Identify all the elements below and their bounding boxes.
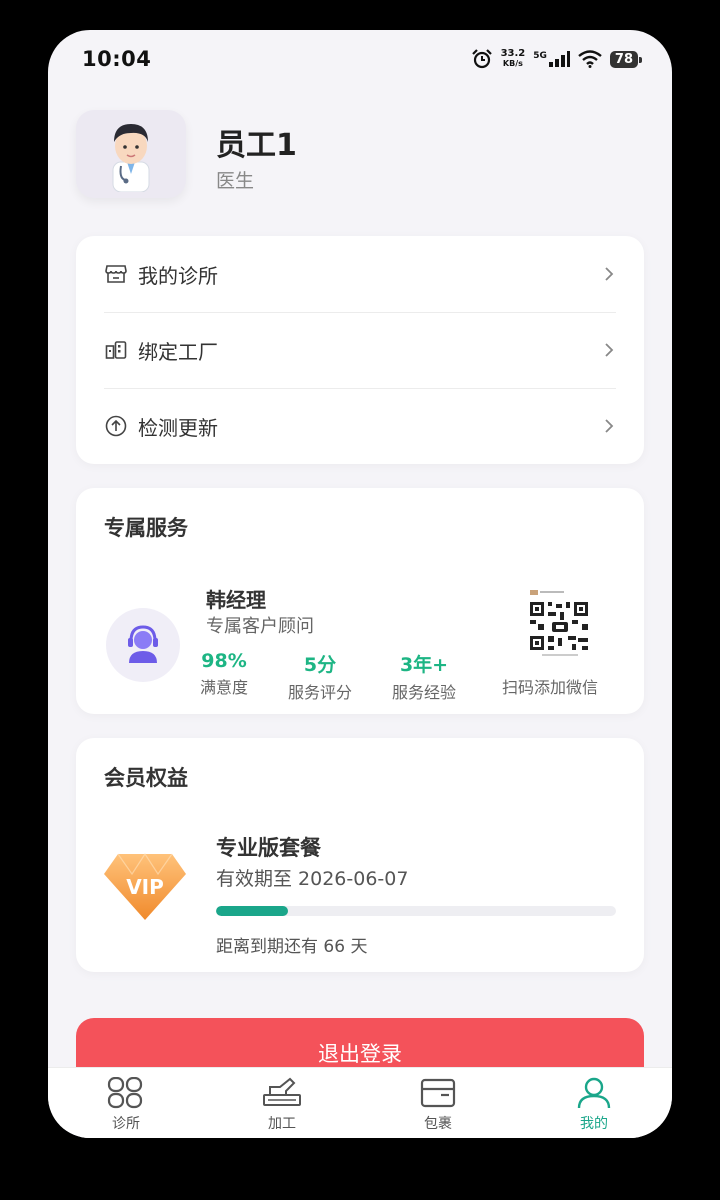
service-title: 专属服务 bbox=[104, 516, 188, 540]
wifi-icon bbox=[578, 50, 602, 68]
menu-item-label: 检测更新 bbox=[138, 415, 218, 440]
tab-processing[interactable]: 加工 bbox=[204, 1068, 360, 1138]
avatar[interactable] bbox=[76, 110, 186, 198]
plan-expiry: 有效期至 2026-06-07 bbox=[216, 868, 409, 890]
wechat-qr-code[interactable] bbox=[528, 588, 592, 658]
package-icon bbox=[418, 1076, 458, 1110]
settings-menu-card: 我的诊所 绑定工厂 检测更新 bbox=[76, 236, 644, 464]
vip-badge-text: VIP bbox=[126, 875, 164, 899]
tab-mine[interactable]: 我的 bbox=[516, 1068, 672, 1138]
net-speed-unit: KB/s bbox=[502, 59, 523, 68]
menu-item-my-clinic[interactable]: 我的诊所 bbox=[76, 236, 644, 312]
store-icon bbox=[104, 262, 128, 286]
profile-name: 员工1 bbox=[216, 128, 297, 163]
membership-title: 会员权益 bbox=[104, 766, 188, 790]
menu-item-bind-factory[interactable]: 绑定工厂 bbox=[76, 312, 644, 388]
stat-experience: 3年+ 服务经验 bbox=[392, 650, 456, 703]
menu-item-label: 我的诊所 bbox=[138, 263, 218, 288]
chevron-right-icon bbox=[605, 419, 614, 433]
status-icons: 33.2 KB/s 5G 78 bbox=[471, 49, 643, 69]
status-bar: 10:04 33.2 KB/s 5G 78 bbox=[48, 30, 672, 88]
profile-header: 员工1 医生 bbox=[76, 110, 646, 200]
user-icon bbox=[574, 1076, 614, 1110]
tab-label: 我的 bbox=[580, 1116, 608, 1132]
stat-label: 服务评分 bbox=[288, 683, 353, 702]
vip-badge: VIP bbox=[102, 850, 188, 922]
phone-screen: 10:04 33.2 KB/s 5G 78 员工1 医生 我的诊所 绑定工厂 检… bbox=[48, 30, 672, 1138]
chevron-right-icon bbox=[605, 267, 614, 281]
manager-role: 专属客户顾问 bbox=[206, 616, 314, 637]
stat-label: 满意度 bbox=[200, 678, 249, 697]
plan-name: 专业版套餐 bbox=[216, 836, 321, 860]
alarm-icon bbox=[471, 49, 492, 69]
exclusive-service-card: 专属服务 韩经理 专属客户顾问 98% 满意度 5分 服务评分 3年+ 服务经验 bbox=[76, 488, 644, 714]
membership-progress-fill bbox=[216, 906, 288, 916]
tab-label: 加工 bbox=[268, 1116, 296, 1132]
network-type: 5G bbox=[533, 51, 547, 61]
stat-value: 3年+ bbox=[399, 654, 449, 676]
net-speed-value: 33.2 bbox=[500, 48, 526, 59]
manager-name: 韩经理 bbox=[206, 588, 266, 612]
vip-diamond-icon: VIP bbox=[104, 852, 186, 920]
menu-item-label: 绑定工厂 bbox=[138, 339, 218, 364]
battery-indicator: 78 bbox=[609, 50, 643, 68]
machine-icon bbox=[262, 1076, 302, 1110]
manager-avatar bbox=[106, 608, 180, 682]
stat-satisfaction: 98% 满意度 bbox=[200, 650, 248, 698]
tab-package[interactable]: 包裹 bbox=[360, 1068, 516, 1138]
factory-icon bbox=[104, 338, 128, 362]
grid-icon bbox=[106, 1076, 146, 1110]
stat-rating: 5分 服务评分 bbox=[288, 650, 352, 703]
tab-label: 诊所 bbox=[112, 1116, 140, 1132]
membership-progress-bar bbox=[216, 906, 616, 916]
chevron-right-icon bbox=[605, 343, 614, 357]
stat-value: 98% bbox=[201, 650, 247, 672]
stat-value: 5分 bbox=[303, 654, 337, 676]
qr-label: 扫码添加微信 bbox=[502, 678, 599, 697]
headset-user-icon bbox=[128, 625, 158, 663]
status-time: 10:04 bbox=[82, 47, 152, 71]
cellular-signal-icon: 5G bbox=[533, 51, 570, 67]
tab-label: 包裹 bbox=[424, 1116, 452, 1132]
membership-card: 会员权益 VIP 专业版套餐 有效期至 2026-06-07 距离到期还有 66… bbox=[76, 738, 644, 972]
bottom-tab-bar: 诊所 加工 包裹 我的 bbox=[48, 1067, 672, 1138]
stat-label: 服务经验 bbox=[392, 683, 457, 702]
plan-remaining-days: 距离到期还有 66 天 bbox=[216, 937, 368, 957]
profile-role: 医生 bbox=[216, 170, 255, 192]
network-speed: 33.2 KB/s bbox=[501, 49, 526, 69]
menu-item-check-update[interactable]: 检测更新 bbox=[76, 388, 644, 464]
upload-circle-icon bbox=[104, 414, 128, 438]
tab-clinic[interactable]: 诊所 bbox=[48, 1068, 204, 1138]
doctor-avatar-icon bbox=[112, 124, 150, 192]
